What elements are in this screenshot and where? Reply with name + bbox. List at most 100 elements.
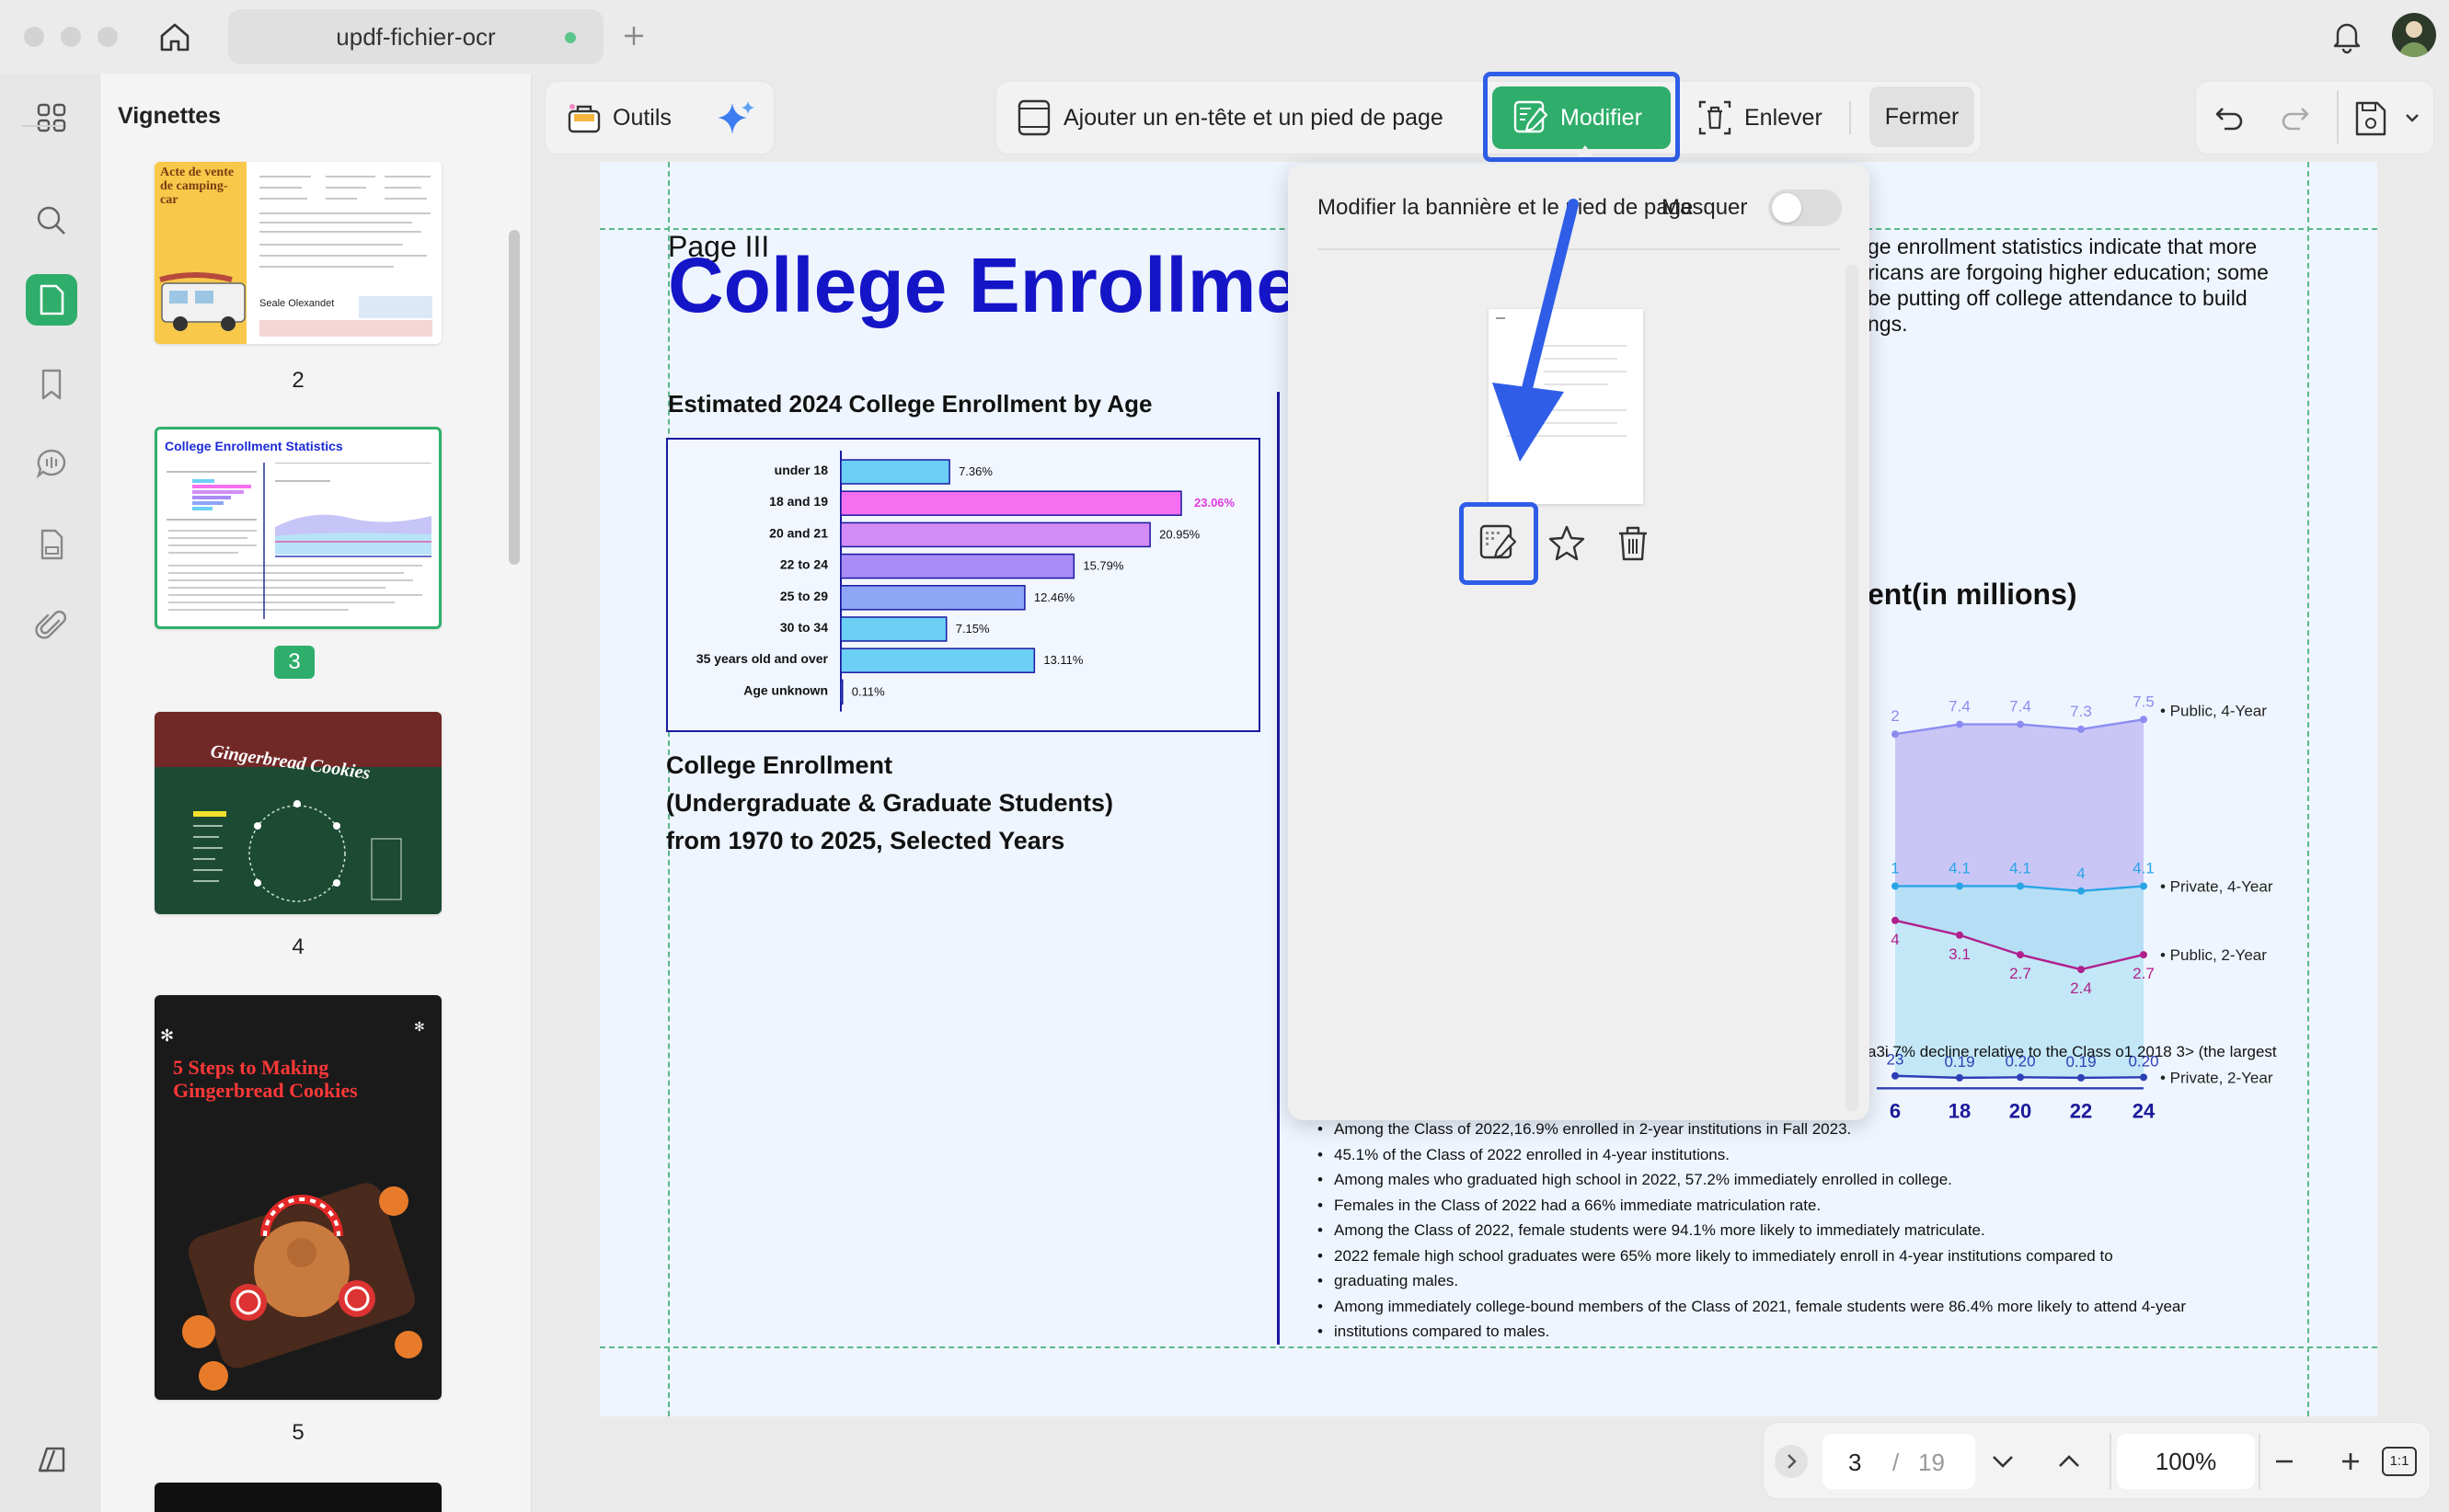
zoom-out-icon[interactable] — [2266, 1443, 2303, 1480]
title-bar: updf-fichier-ocr — [0, 0, 2449, 74]
previous-page-icon[interactable] — [2051, 1443, 2087, 1480]
thumbnail-page-4[interactable]: Gingerbread Cookies — [155, 712, 442, 914]
unsaved-dot-icon — [565, 32, 576, 43]
bell-icon[interactable] — [2328, 17, 2366, 55]
bullet-item: Among the Class of 2022,16.9% enrolled i… — [1317, 1117, 2293, 1142]
next-page-icon[interactable] — [1984, 1443, 2021, 1480]
bar — [840, 459, 950, 485]
grid-icon[interactable] — [26, 92, 77, 143]
decline-text: a3i 7% decline relative to the Class o1 … — [1868, 1043, 2277, 1060]
edit-template-icon[interactable] — [1477, 522, 1520, 565]
comment-icon[interactable] — [26, 438, 77, 489]
data-point — [2077, 887, 2085, 895]
intro-paragraph: ge enrollment statistics indicate that m… — [1868, 234, 2269, 337]
data-label: 3.1 — [1949, 945, 1971, 963]
page-number-2: 2 — [292, 368, 305, 393]
data-point — [1956, 882, 1963, 890]
document-tab-title: updf-fichier-ocr — [336, 23, 496, 51]
favorite-star-icon[interactable] — [1546, 522, 1588, 565]
bar-value-label: 23.06% — [1194, 496, 1236, 510]
search-icon[interactable] — [26, 195, 77, 246]
bullet-item: Among the Class of 2022, female students… — [1317, 1218, 2293, 1243]
ai-sparkle-icon[interactable] — [716, 97, 758, 140]
attachment-icon[interactable] — [26, 600, 77, 651]
document-tab[interactable]: updf-fichier-ocr — [228, 9, 604, 64]
avatar[interactable] — [2392, 13, 2436, 57]
toolbar-divider — [1849, 101, 1851, 134]
bullet-item: 45.1% of the Class of 2022 enrolled in 4… — [1317, 1142, 2293, 1168]
bullet-item: Females in the Class of 2022 had a 66% i… — [1317, 1193, 2293, 1219]
statistics-bullet-list: Among the Class of 2022,16.9% enrolled i… — [1317, 1117, 2293, 1345]
new-tab-icon[interactable] — [620, 22, 648, 50]
bar — [840, 616, 948, 642]
close-window-button[interactable] — [24, 27, 44, 47]
page-number-4: 4 — [292, 934, 305, 959]
tutorial-arrow-icon — [1492, 199, 1579, 462]
tools-button[interactable]: Outils — [567, 101, 672, 134]
panel-title: Vignettes — [118, 103, 222, 129]
data-label: 4 — [1891, 931, 1899, 948]
undo-icon[interactable] — [2212, 99, 2248, 136]
data-point — [1956, 931, 1963, 939]
bullet-item-continuation: graduating males. — [1317, 1268, 2293, 1294]
hide-toggle[interactable] — [1768, 189, 1842, 226]
thumb-4-diagram — [191, 789, 403, 909]
chevron-down-icon[interactable] — [2403, 109, 2421, 127]
close-header-footer-button[interactable]: Fermer — [1869, 86, 1974, 147]
modify-button[interactable]: Modifier — [1492, 86, 1671, 149]
data-label: 4 — [2076, 865, 2085, 882]
add-header-footer-button[interactable]: Ajouter un en-tête et un pied de page — [1016, 97, 1443, 138]
thumbnails-icon[interactable] — [26, 274, 77, 326]
intro-line-4: ngs. — [1868, 312, 1908, 336]
bar-value-label: 20.95% — [1159, 527, 1201, 541]
legend-series-label: • Private, 2-Year — [2160, 1069, 2273, 1086]
zoom-in-icon[interactable] — [2332, 1443, 2369, 1480]
thumbnail-page-6[interactable] — [155, 1483, 442, 1512]
thumb-3-title: College Enrollment Statistics — [165, 439, 343, 453]
data-point — [1891, 1071, 1899, 1080]
enrollment-heading-line-2: (Undergraduate & Graduate Students) — [666, 789, 1114, 817]
thumbnail-scrollbar[interactable] — [509, 230, 520, 565]
remove-icon — [1696, 98, 1733, 137]
layers-icon[interactable] — [26, 1435, 77, 1486]
bar-value-label: 7.15% — [956, 622, 990, 636]
data-point — [2077, 966, 2085, 974]
data-point — [2017, 951, 2024, 959]
data-point — [1891, 730, 1899, 739]
snowflake-icon: ✻ — [160, 1026, 175, 1045]
column-divider — [1277, 392, 1280, 1345]
actual-size-button[interactable]: 1:1 — [2382, 1447, 2417, 1476]
save-icon[interactable] — [2351, 99, 2388, 138]
page-input-field[interactable]: 3 / 19 — [1822, 1434, 1975, 1489]
expand-nav-button[interactable] — [1775, 1445, 1808, 1478]
toggle-knob — [1772, 193, 1801, 223]
zoom-level[interactable]: 100% — [2117, 1434, 2255, 1489]
page-separator: / — [1892, 1449, 1900, 1476]
thumbnail-page-5[interactable]: 5 Steps to Making Gingerbread Cookies ✻ … — [155, 995, 442, 1400]
data-point — [2077, 1073, 2085, 1082]
redo-icon[interactable] — [2276, 99, 2313, 136]
enrollment-heading: College Enrollment (Undergraduate & Grad… — [666, 747, 1113, 860]
document-title[interactable]: College Enrollme — [668, 241, 1299, 330]
area-chart-title: ent(in millions) — [1868, 578, 2077, 611]
zoom-window-button[interactable] — [98, 27, 118, 47]
data-label: 7.5 — [2133, 693, 2155, 710]
bar — [840, 647, 1036, 673]
nav-divider — [2259, 1434, 2260, 1489]
thumbnail-page-2[interactable]: Acte de vente de camping-car Seale Olexa… — [155, 162, 442, 344]
current-page[interactable]: 3 — [1848, 1449, 1861, 1477]
total-pages: 19 — [1918, 1449, 1945, 1476]
remove-button[interactable]: Enlever — [1696, 97, 1822, 138]
popup-scrollbar[interactable] — [1845, 265, 1858, 1111]
data-label: 2.7 — [2133, 965, 2155, 982]
legend-series-label: • Public, 4-Year — [2160, 702, 2267, 719]
bookmark-icon[interactable] — [26, 359, 77, 410]
bar-value-label: 7.36% — [959, 464, 993, 478]
thumbnail-page-3[interactable]: College Enrollment Statistics — [155, 427, 442, 629]
minimize-window-button[interactable] — [61, 27, 81, 47]
page-number-3-badge: 3 — [274, 646, 315, 679]
pages-icon[interactable] — [26, 519, 77, 570]
delete-trash-icon[interactable] — [1612, 522, 1654, 565]
page-header-icon — [1016, 98, 1052, 137]
home-icon[interactable] — [156, 18, 193, 55]
